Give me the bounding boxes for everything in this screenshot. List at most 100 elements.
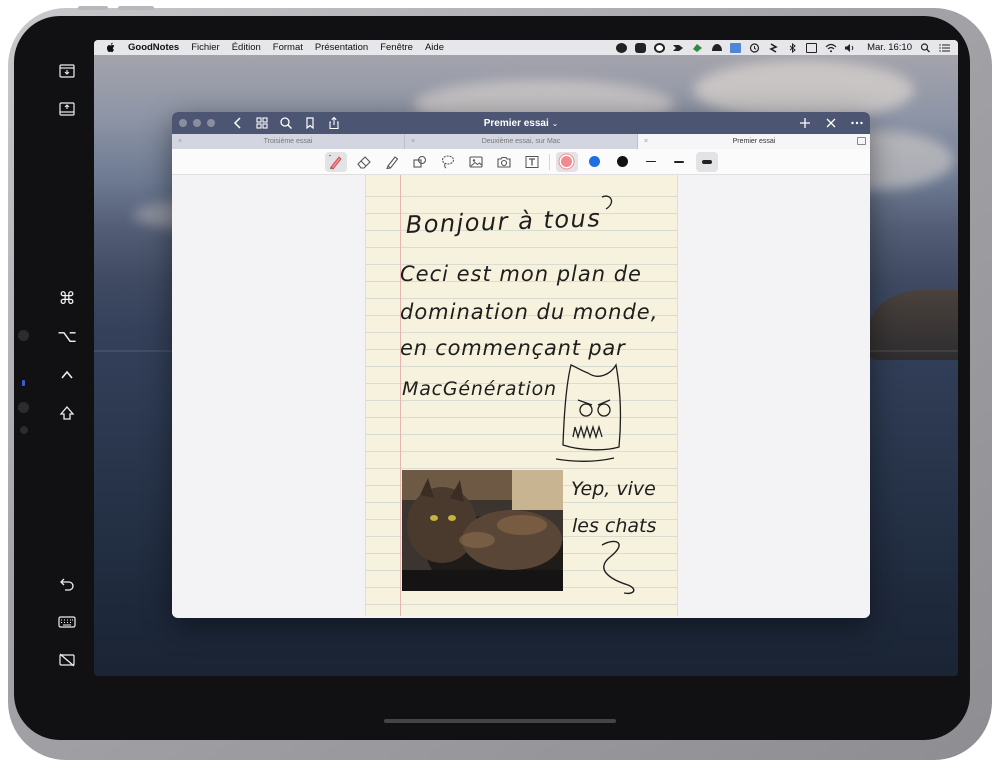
close-tab-icon[interactable]: × xyxy=(644,134,648,149)
minimize-window-button[interactable] xyxy=(193,119,201,127)
window-controls xyxy=(179,119,215,127)
menu-presentation[interactable]: Présentation xyxy=(315,42,368,53)
search-icon[interactable] xyxy=(279,116,293,130)
sidebar-toggle-menu-icon[interactable] xyxy=(56,60,78,82)
close-document-icon[interactable] xyxy=(824,116,838,130)
volume-icon[interactable] xyxy=(844,43,855,53)
disconnect-icon[interactable] xyxy=(56,649,78,671)
menu-extra-icon[interactable] xyxy=(806,42,818,53)
time-machine-icon[interactable] xyxy=(749,42,760,53)
menu-aide[interactable]: Aide xyxy=(425,42,444,53)
notification-center-icon[interactable] xyxy=(939,43,950,53)
menu-extra-icon[interactable] xyxy=(711,43,723,53)
sidebar-toggle-dock-icon[interactable] xyxy=(56,98,78,120)
chevron-down-icon: ⌄ xyxy=(551,118,559,128)
image-tool[interactable] xyxy=(465,152,487,172)
handwritten-line: MacGénération xyxy=(402,378,557,400)
menu-fichier[interactable]: Fichier xyxy=(191,42,220,53)
handwritten-line: Ceci est mon plan de xyxy=(400,262,642,286)
close-tab-icon[interactable]: × xyxy=(411,134,415,149)
menu-edition[interactable]: Édition xyxy=(232,42,261,53)
color-dot xyxy=(561,156,572,167)
keyboard-icon[interactable] xyxy=(56,611,78,633)
notebook-canvas[interactable]: Bonjour à tous Ceci est mon plan de domi… xyxy=(172,175,870,616)
menu-format[interactable]: Format xyxy=(273,42,303,53)
handwritten-line: les chats xyxy=(572,515,656,537)
menu-extra-icon[interactable] xyxy=(616,42,628,53)
stroke-thick-line xyxy=(701,159,712,164)
camera-tool[interactable] xyxy=(493,152,515,172)
stroke-thin-line xyxy=(645,161,656,162)
highlighter-icon xyxy=(385,155,398,169)
handwritten-line: domination du monde, xyxy=(400,300,658,324)
goodnotes-window: Premier essai ⌄ × Troisième essai × Deux… xyxy=(172,112,870,618)
shift-key[interactable] xyxy=(56,402,78,424)
stroke-thick[interactable] xyxy=(695,151,718,172)
control-key[interactable] xyxy=(56,364,78,386)
bluetooth-icon[interactable] xyxy=(787,42,798,53)
menu-extra-icon[interactable] xyxy=(673,43,684,53)
document-title-text: Premier essai xyxy=(483,117,549,129)
tab-deuxieme-essai[interactable]: × Deuxième essai, sur Mac xyxy=(405,134,638,149)
share-icon[interactable] xyxy=(327,116,341,130)
monster-doodle xyxy=(555,363,622,462)
color-swatch-black[interactable] xyxy=(612,152,634,172)
tab-troisieme-essai[interactable]: × Troisième essai xyxy=(172,134,405,149)
squiggle-doodle xyxy=(601,540,635,595)
stroke-medium[interactable] xyxy=(668,152,690,172)
menu-extra-icon[interactable] xyxy=(768,42,779,53)
menu-extra-icon[interactable] xyxy=(692,43,703,53)
sidecar-display-icon[interactable] xyxy=(730,42,742,53)
status-menu-extras: Mar. 16:10 xyxy=(616,40,950,55)
titlebar-left-tools xyxy=(231,116,341,130)
color-swatch-blue[interactable] xyxy=(584,152,606,172)
handwritten-line: en commençant par xyxy=(400,336,626,360)
add-page-icon[interactable] xyxy=(798,116,812,130)
more-options-icon[interactable] xyxy=(850,116,864,130)
undo-icon[interactable] xyxy=(56,573,78,595)
menu-clock[interactable]: Mar. 16:10 xyxy=(867,42,912,53)
volume-button xyxy=(78,6,108,10)
spotlight-search-icon[interactable] xyxy=(920,42,931,53)
grid-view-icon[interactable] xyxy=(255,116,269,130)
highlighter-tool[interactable] xyxy=(381,152,403,172)
menu-extra-icon[interactable] xyxy=(635,42,647,53)
menu-app-name[interactable]: GoodNotes xyxy=(128,42,179,53)
color-swatch-pink[interactable] xyxy=(555,151,578,172)
wifi-icon[interactable] xyxy=(825,43,837,53)
shape-tool[interactable] xyxy=(409,152,431,172)
color-dot xyxy=(589,156,600,167)
option-key[interactable]: ⌥ xyxy=(56,326,78,348)
stroke-medium-line xyxy=(673,160,684,163)
handwriting-layer: Bonjour à tous Ceci est mon plan de domi… xyxy=(400,195,658,595)
text-tool[interactable] xyxy=(521,152,543,172)
tab-premier-essai[interactable]: × Premier essai xyxy=(638,134,870,149)
apple-logo-icon[interactable] xyxy=(106,42,116,53)
split-view-icon[interactable] xyxy=(857,137,866,145)
camera-dot xyxy=(18,330,29,341)
home-indicator[interactable] xyxy=(384,719,616,723)
menu-extra-icon[interactable] xyxy=(654,42,666,53)
back-chevron-icon[interactable] xyxy=(231,116,245,130)
command-key[interactable]: ⌘ xyxy=(56,288,78,310)
menu-fenetre[interactable]: Fenêtre xyxy=(380,42,413,53)
stroke-thin[interactable] xyxy=(640,152,662,172)
shapes-icon xyxy=(412,155,426,168)
notebook-page[interactable]: Bonjour à tous Ceci est mon plan de domi… xyxy=(365,175,678,616)
mac-desktop: GoodNotes Fichier Édition Format Présent… xyxy=(94,40,958,676)
eraser-tool[interactable] xyxy=(353,152,375,172)
toolbar-separator xyxy=(548,153,550,170)
close-window-button[interactable] xyxy=(179,119,187,127)
handwritten-line: Bonjour à tous xyxy=(405,204,601,239)
bookmark-icon[interactable] xyxy=(303,116,317,130)
tab-label: Troisième essai xyxy=(263,138,313,145)
menu-bar: GoodNotes Fichier Édition Format Présent… xyxy=(94,40,958,55)
camera-dot xyxy=(20,426,28,434)
pen-tool[interactable] xyxy=(324,151,347,172)
zoom-window-button[interactable] xyxy=(207,119,215,127)
image-icon xyxy=(468,155,483,168)
lasso-tool[interactable] xyxy=(437,152,459,172)
close-tab-icon[interactable]: × xyxy=(178,134,182,149)
lasso-icon xyxy=(441,154,454,168)
sensor-light xyxy=(22,380,25,386)
